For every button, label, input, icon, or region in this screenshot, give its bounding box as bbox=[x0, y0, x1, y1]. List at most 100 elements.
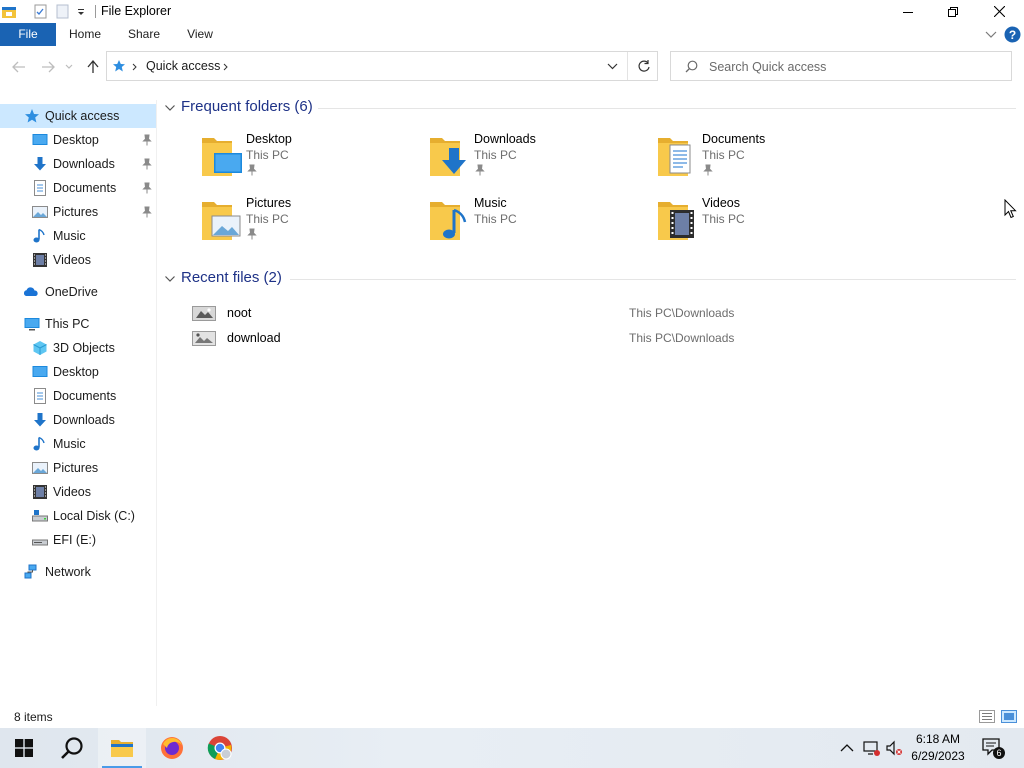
ribbon: File Home Share View ? bbox=[0, 23, 1024, 46]
address-bar[interactable]: Quick access bbox=[106, 51, 658, 81]
forward-button[interactable] bbox=[38, 58, 58, 76]
nav-pc-documents[interactable]: Documents bbox=[0, 384, 156, 408]
nav-label: Local Disk (C:) bbox=[53, 509, 135, 523]
pin-icon[interactable] bbox=[141, 182, 153, 194]
folder-tile-pictures[interactable]: Pictures This PC bbox=[200, 196, 420, 252]
folder-tile-videos[interactable]: Videos This PC bbox=[656, 196, 876, 252]
nav-pc-videos[interactable]: Videos bbox=[0, 480, 156, 504]
clock-time: 6:18 AM bbox=[915, 732, 961, 746]
nav-label: Desktop bbox=[53, 365, 99, 379]
up-button[interactable] bbox=[83, 58, 103, 76]
firefox-icon bbox=[161, 737, 183, 759]
downloads-icon bbox=[34, 413, 46, 427]
nav-qa-pictures[interactable]: Pictures bbox=[0, 200, 156, 224]
desktop-icon bbox=[32, 366, 48, 377]
nav-this-pc[interactable]: This PC bbox=[0, 312, 156, 336]
back-arrow-icon bbox=[12, 61, 25, 73]
pin-icon[interactable] bbox=[141, 134, 153, 146]
restore-button[interactable] bbox=[930, 0, 976, 23]
folder-tile-music[interactable]: Music This PC bbox=[428, 196, 648, 252]
tab-file[interactable]: File bbox=[0, 23, 56, 46]
nav-label: Downloads bbox=[53, 413, 115, 427]
search-box[interactable] bbox=[670, 51, 1012, 81]
3d-objects-icon bbox=[33, 341, 47, 355]
folder-tile-desktop[interactable]: Desktop This PC bbox=[200, 132, 420, 188]
explorer-app-icon[interactable] bbox=[2, 4, 18, 19]
downloads-folder-icon bbox=[430, 138, 466, 176]
action-center-button[interactable]: 6 bbox=[982, 738, 1005, 759]
tab-view[interactable]: View bbox=[176, 23, 224, 46]
nav-qa-desktop[interactable]: Desktop bbox=[0, 128, 156, 152]
nav-pc-desktop[interactable]: Desktop bbox=[0, 360, 156, 384]
search-input[interactable] bbox=[709, 58, 999, 76]
nav-label: Videos bbox=[53, 253, 91, 267]
pane-divider[interactable] bbox=[156, 100, 157, 710]
nav-qa-documents[interactable]: Documents bbox=[0, 176, 156, 200]
properties-icon[interactable] bbox=[33, 4, 49, 19]
address-dropdown-icon[interactable] bbox=[607, 63, 618, 70]
folder-tile-downloads[interactable]: Downloads This PC bbox=[428, 132, 648, 188]
nav-qa-music[interactable]: Music bbox=[0, 224, 156, 248]
volume-muted-icon[interactable] bbox=[886, 740, 904, 756]
nav-pc-downloads[interactable]: Downloads bbox=[0, 408, 156, 432]
nav-pc-pictures[interactable]: Pictures bbox=[0, 456, 156, 480]
pin-icon bbox=[247, 164, 257, 176]
large-icons-view-icon[interactable] bbox=[1001, 710, 1017, 723]
clock-date: 6/29/2023 bbox=[911, 749, 965, 763]
windows-logo-icon bbox=[15, 739, 33, 757]
nav-label: EFI (E:) bbox=[53, 533, 97, 547]
pin-icon[interactable] bbox=[141, 158, 153, 170]
nav-quick-access[interactable]: Quick access bbox=[0, 104, 156, 128]
chrome-taskbar-button[interactable] bbox=[196, 728, 244, 768]
folder-tile-documents[interactable]: Documents This PC bbox=[656, 132, 876, 188]
nav-pc-local-disk[interactable]: Local Disk (C:) bbox=[0, 504, 156, 528]
nav-qa-videos[interactable]: Videos bbox=[0, 248, 156, 272]
start-button[interactable] bbox=[0, 728, 48, 768]
tab-home[interactable]: Home bbox=[58, 23, 112, 46]
show-hidden-icons-icon[interactable] bbox=[838, 740, 856, 756]
file-explorer-icon bbox=[111, 740, 133, 757]
documents-icon bbox=[34, 180, 46, 196]
nav-qa-downloads[interactable]: Downloads bbox=[0, 152, 156, 176]
recent-locations-button[interactable] bbox=[62, 58, 76, 76]
help-icon[interactable]: ? bbox=[1004, 26, 1021, 43]
tab-share[interactable]: Share bbox=[116, 23, 172, 46]
nav-label: Pictures bbox=[53, 461, 99, 475]
file-explorer-taskbar-button[interactable] bbox=[98, 728, 146, 768]
group-title: Recent files (2) bbox=[181, 269, 282, 286]
nav-label: Documents bbox=[53, 389, 117, 403]
refresh-icon[interactable] bbox=[637, 59, 651, 73]
pin-icon[interactable] bbox=[141, 206, 153, 218]
breadcrumb-quick-access[interactable]: Quick access bbox=[146, 59, 220, 73]
videos-icon bbox=[33, 485, 47, 499]
breadcrumb-chevron-icon[interactable] bbox=[223, 63, 228, 71]
music-folder-icon bbox=[430, 202, 467, 240]
nav-label: Music bbox=[53, 229, 86, 243]
back-button[interactable] bbox=[9, 58, 29, 76]
nav-pc-efi[interactable]: EFI (E:) bbox=[0, 528, 156, 552]
nav-network[interactable]: Network bbox=[0, 560, 156, 584]
nav-pc-3d-objects[interactable]: 3D Objects bbox=[0, 336, 156, 360]
customize-qat-icon[interactable] bbox=[76, 4, 86, 19]
details-view-icon[interactable] bbox=[979, 710, 995, 723]
new-folder-icon[interactable] bbox=[55, 4, 71, 19]
network-status-icon[interactable] bbox=[862, 740, 880, 756]
folder-name: Music bbox=[474, 196, 507, 210]
recent-file-row[interactable]: download This PC\Downloads bbox=[192, 328, 1012, 350]
minimize-button[interactable] bbox=[885, 0, 931, 23]
expand-ribbon-icon[interactable] bbox=[985, 30, 997, 39]
folder-location: This PC bbox=[246, 148, 289, 162]
desktop-icon bbox=[32, 134, 48, 145]
nav-pc-music[interactable]: Music bbox=[0, 432, 156, 456]
nav-onedrive[interactable]: OneDrive bbox=[0, 280, 156, 304]
close-button[interactable] bbox=[976, 0, 1022, 23]
firefox-taskbar-button[interactable] bbox=[148, 728, 196, 768]
svg-text:?: ? bbox=[1009, 28, 1016, 42]
search-taskbar-button[interactable] bbox=[48, 728, 96, 768]
folder-location: This PC bbox=[474, 212, 517, 226]
system-clock[interactable]: 6:18 AM 6/29/2023 bbox=[906, 731, 970, 765]
pin-icon bbox=[247, 228, 257, 240]
pin-icon bbox=[475, 164, 485, 176]
recent-file-row[interactable]: noot This PC\Downloads bbox=[192, 303, 1012, 325]
nav-label: Downloads bbox=[53, 157, 115, 171]
